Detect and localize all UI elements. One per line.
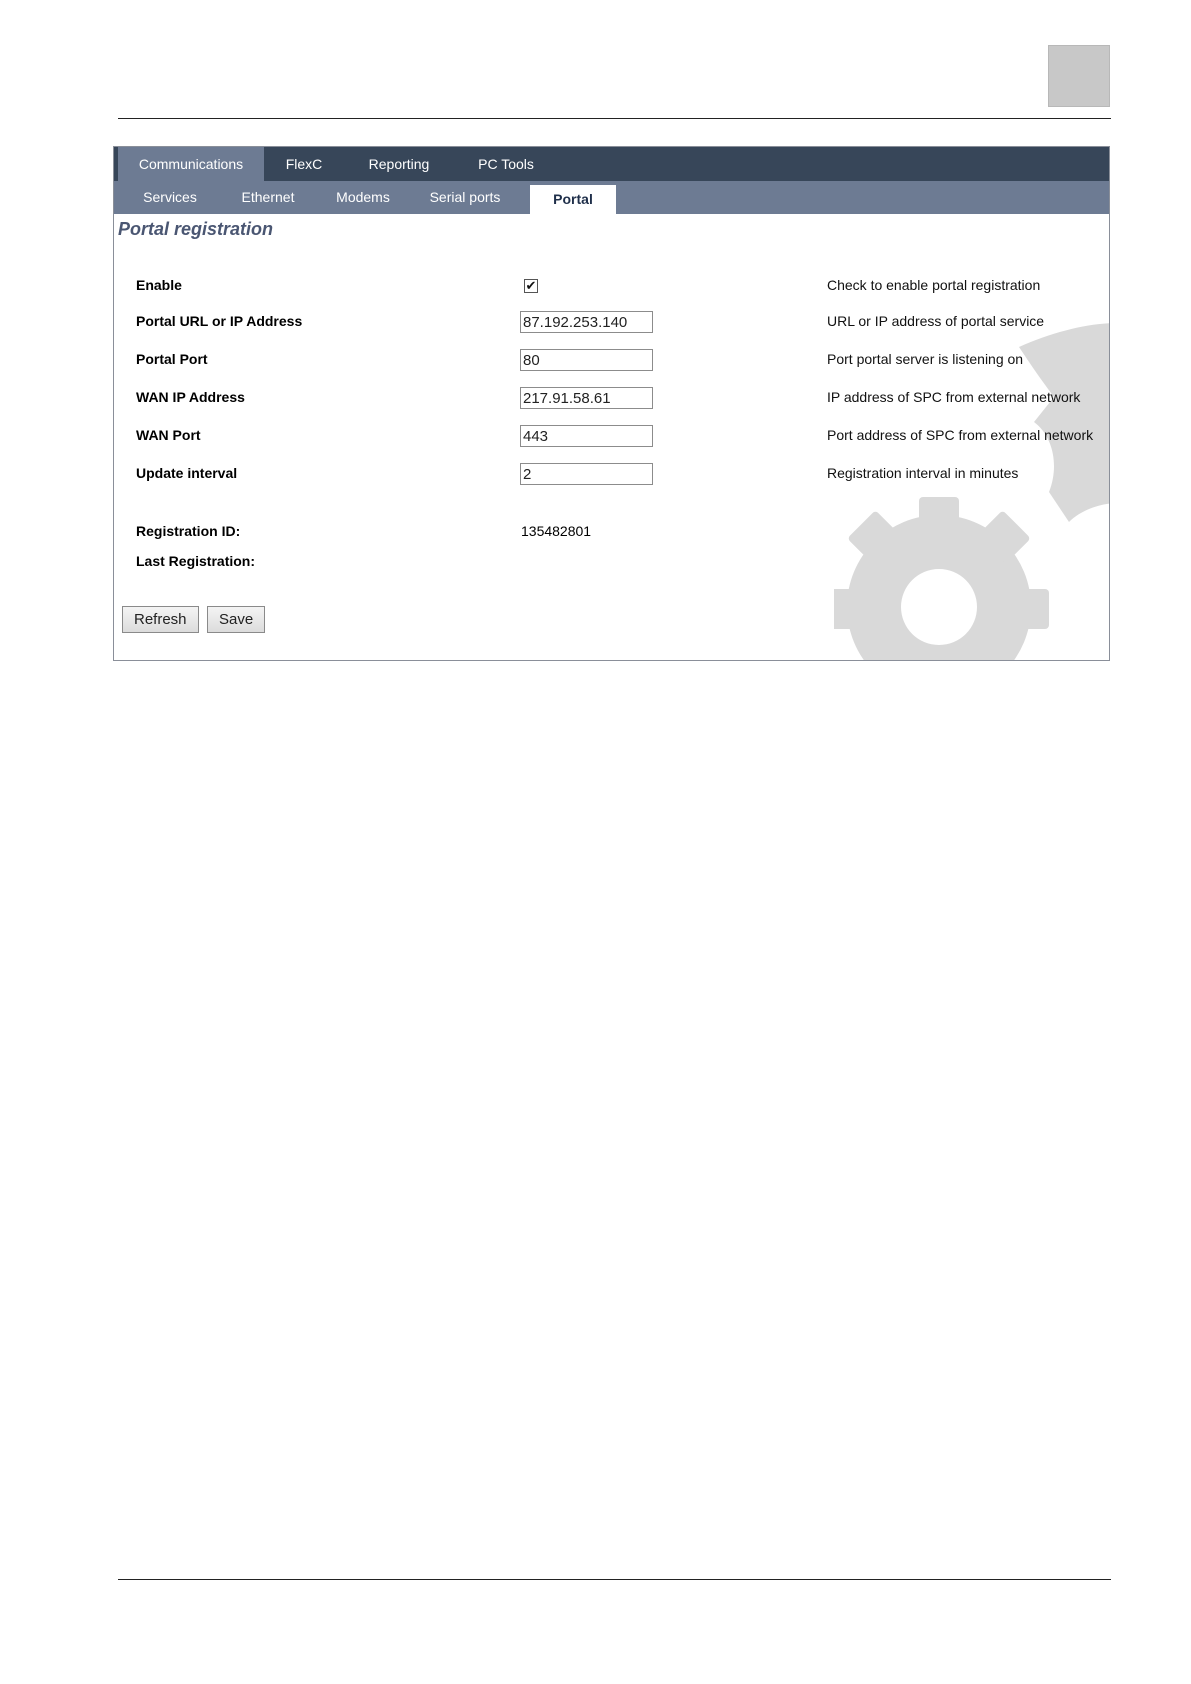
page-title: Portal registration bbox=[118, 219, 274, 239]
portal-port-description: Port portal server is listening on bbox=[827, 351, 1024, 367]
portal-url-label: Portal URL or IP Address bbox=[136, 313, 303, 329]
tab-pc-tools[interactable]: PC Tools bbox=[454, 147, 558, 181]
portal-port-label: Portal Port bbox=[136, 351, 208, 367]
main-tab-bar: Communications FlexC Reporting PC Tools bbox=[114, 147, 1109, 181]
registration-id-label: Registration ID: bbox=[136, 523, 241, 539]
footer-rule bbox=[118, 1579, 1111, 1580]
tab-flexc[interactable]: FlexC bbox=[264, 147, 344, 181]
tab-portal[interactable]: Portal bbox=[530, 185, 616, 214]
wan-port-label: WAN Port bbox=[136, 427, 201, 443]
registration-id-value: 135482801 bbox=[521, 523, 592, 539]
tab-modems[interactable]: Modems bbox=[314, 181, 412, 214]
wan-port-input[interactable] bbox=[520, 425, 653, 447]
tab-services[interactable]: Services bbox=[118, 181, 222, 214]
portal-url-description: URL or IP address of portal service bbox=[827, 313, 1045, 329]
sub-tab-bar: Services Ethernet Modems Serial ports Po… bbox=[114, 181, 1109, 214]
enable-checkbox[interactable]: ✔ bbox=[524, 279, 538, 293]
enable-description: Check to enable portal registration bbox=[827, 277, 1041, 293]
last-registration-label: Last Registration: bbox=[136, 553, 256, 569]
update-interval-input[interactable] bbox=[520, 463, 653, 485]
update-interval-label: Update interval bbox=[136, 465, 238, 481]
wan-ip-label: WAN IP Address bbox=[136, 389, 245, 405]
tab-ethernet[interactable]: Ethernet bbox=[222, 181, 314, 214]
tab-communications[interactable]: Communications bbox=[118, 147, 264, 181]
page-corner-marker bbox=[1048, 45, 1110, 107]
tab-reporting[interactable]: Reporting bbox=[344, 147, 454, 181]
app-window: Communications FlexC Reporting PC Tools … bbox=[113, 146, 1110, 661]
wan-ip-input[interactable] bbox=[520, 387, 653, 409]
wan-port-description: Port address of SPC from external networ… bbox=[827, 427, 1094, 443]
update-interval-description: Registration interval in minutes bbox=[827, 465, 1019, 481]
save-button[interactable]: Save bbox=[207, 606, 266, 633]
refresh-button[interactable]: Refresh bbox=[122, 606, 199, 633]
portal-port-input[interactable] bbox=[520, 349, 653, 371]
tab-serial-ports[interactable]: Serial ports bbox=[412, 181, 518, 214]
enable-label: Enable bbox=[136, 277, 182, 293]
wan-ip-description: IP address of SPC from external network bbox=[827, 389, 1081, 405]
header-rule bbox=[118, 118, 1111, 119]
portal-url-input[interactable] bbox=[520, 311, 653, 333]
checkmark-icon: ✔ bbox=[525, 278, 537, 293]
